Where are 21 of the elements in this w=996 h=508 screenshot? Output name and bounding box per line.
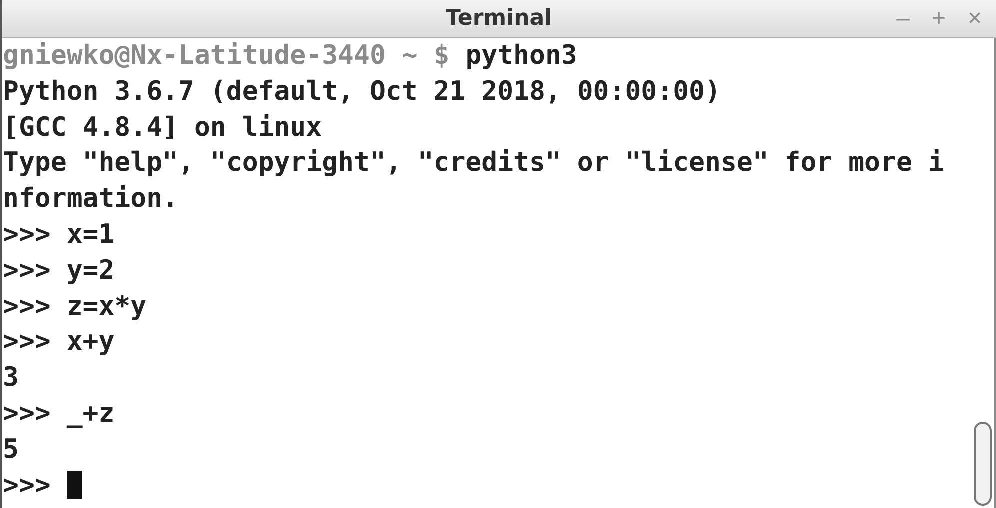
terminal-line: Type "help", "copyright", "credits" or "license" for more i xyxy=(3,146,944,180)
window-control-button[interactable]: × xyxy=(966,6,984,30)
terminal-line: >>> y=2 xyxy=(3,254,115,288)
terminal-line: >>> x=1 xyxy=(3,218,115,252)
terminal-line: [GCC 4.8.4] on linux xyxy=(3,110,322,145)
command-text: python3 xyxy=(464,39,578,74)
python-prompt: >>> xyxy=(3,468,52,503)
scrollbar-thumb[interactable] xyxy=(974,422,992,506)
terminal-line: >>> z=x*y xyxy=(3,290,147,324)
shell-prompt: gniewko@Nx-Latitude-3440 ~ $ xyxy=(3,39,450,74)
terminal-line: nformation. xyxy=(3,182,178,216)
window-title: Terminal xyxy=(446,5,552,33)
terminal-line: >>> x+y xyxy=(3,325,115,360)
terminal-line: >>> _+z xyxy=(3,397,115,431)
terminal-line: 5 xyxy=(3,432,19,467)
terminal-line: 3 xyxy=(3,361,19,396)
terminal-line: Python 3.6.7 (default, Oct 21 2018, 00:00:00) xyxy=(3,74,721,109)
window-control-button[interactable]: – xyxy=(894,6,912,30)
scrollbar-track[interactable] xyxy=(972,38,996,508)
cursor-icon xyxy=(66,471,82,500)
window-control-button[interactable]: + xyxy=(930,6,948,30)
